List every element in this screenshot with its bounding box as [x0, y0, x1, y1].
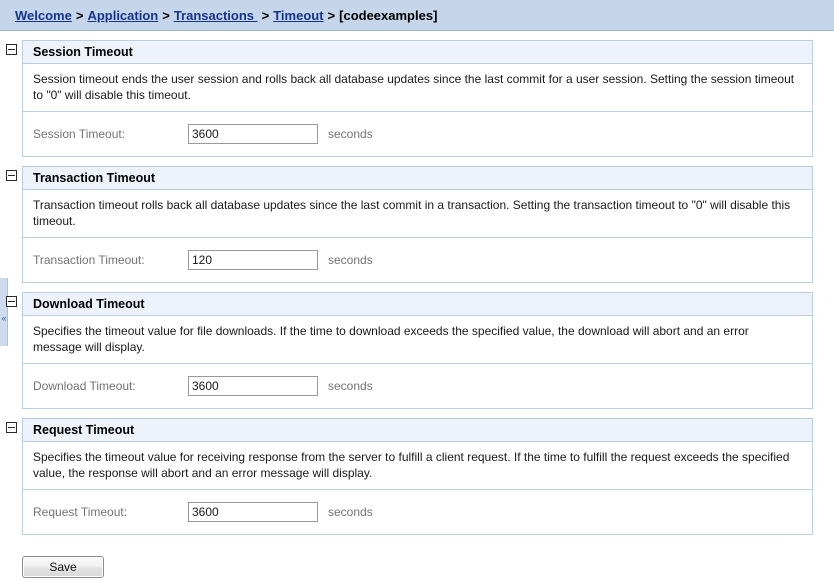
panel-session-timeout: Session Timeout Session timeout ends the… [22, 40, 813, 157]
panel-title: Request Timeout [23, 419, 812, 442]
request-timeout-input[interactable] [188, 502, 318, 522]
breadcrumb-separator: > [327, 7, 336, 23]
collapse-minus-icon[interactable] [6, 44, 17, 55]
panel-request-timeout: Request Timeout Specifies the timeout va… [22, 418, 813, 535]
transaction-timeout-label: Transaction Timeout: [33, 253, 145, 267]
breadcrumb: Welcome > Application > Transactions > T… [0, 0, 834, 31]
breadcrumb-current-app: [codeexamples] [339, 7, 438, 23]
section-session-timeout: Session Timeout Session timeout ends the… [0, 40, 834, 157]
form-actions: Save [0, 544, 834, 578]
panel-download-timeout: Download Timeout Specifies the timeout v… [22, 292, 813, 409]
breadcrumb-link-application[interactable]: Application [87, 8, 158, 23]
download-timeout-unit: seconds [328, 379, 373, 393]
download-timeout-input[interactable] [188, 376, 318, 396]
panel-description: Session timeout ends the user session an… [23, 64, 812, 112]
breadcrumb-link-welcome[interactable]: Welcome [15, 8, 72, 23]
field-row: Request Timeout: seconds [23, 490, 812, 534]
panel-title: Session Timeout [23, 41, 812, 64]
save-button[interactable]: Save [22, 556, 104, 578]
request-timeout-label: Request Timeout: [33, 505, 128, 519]
section-download-timeout: Download Timeout Specifies the timeout v… [0, 292, 834, 409]
transaction-timeout-unit: seconds [328, 253, 373, 267]
timeout-settings-form: Session Timeout Session timeout ends the… [0, 32, 834, 578]
breadcrumb-separator: > [162, 7, 170, 23]
section-transaction-timeout: Transaction Timeout Transaction timeout … [0, 166, 834, 283]
field-row: Transaction Timeout: seconds [23, 238, 812, 282]
collapse-minus-icon[interactable] [6, 170, 17, 181]
panel-description: Specifies the timeout value for file dow… [23, 316, 812, 364]
breadcrumb-link-transactions[interactable]: Transactions [174, 8, 258, 23]
collapse-minus-icon[interactable] [6, 422, 17, 433]
breadcrumb-link-timeout[interactable]: Timeout [273, 8, 323, 23]
breadcrumb-separator: > [261, 7, 270, 23]
breadcrumb-separator: > [75, 7, 84, 23]
panel-title: Transaction Timeout [23, 167, 812, 190]
field-row: Download Timeout: seconds [23, 364, 812, 408]
panel-title: Download Timeout [23, 293, 812, 316]
panel-transaction-timeout: Transaction Timeout Transaction timeout … [22, 166, 813, 283]
download-timeout-label: Download Timeout: [33, 379, 136, 393]
session-timeout-input[interactable] [188, 124, 318, 144]
session-timeout-label: Session Timeout: [33, 127, 126, 141]
collapse-minus-icon[interactable] [6, 296, 17, 307]
panel-description: Specifies the timeout value for receivin… [23, 442, 812, 490]
field-row: Session Timeout: seconds [23, 112, 812, 156]
request-timeout-unit: seconds [328, 505, 373, 519]
session-timeout-unit: seconds [328, 127, 373, 141]
section-request-timeout: Request Timeout Specifies the timeout va… [0, 418, 834, 535]
transaction-timeout-input[interactable] [188, 250, 318, 270]
panel-description: Transaction timeout rolls back all datab… [23, 190, 812, 238]
